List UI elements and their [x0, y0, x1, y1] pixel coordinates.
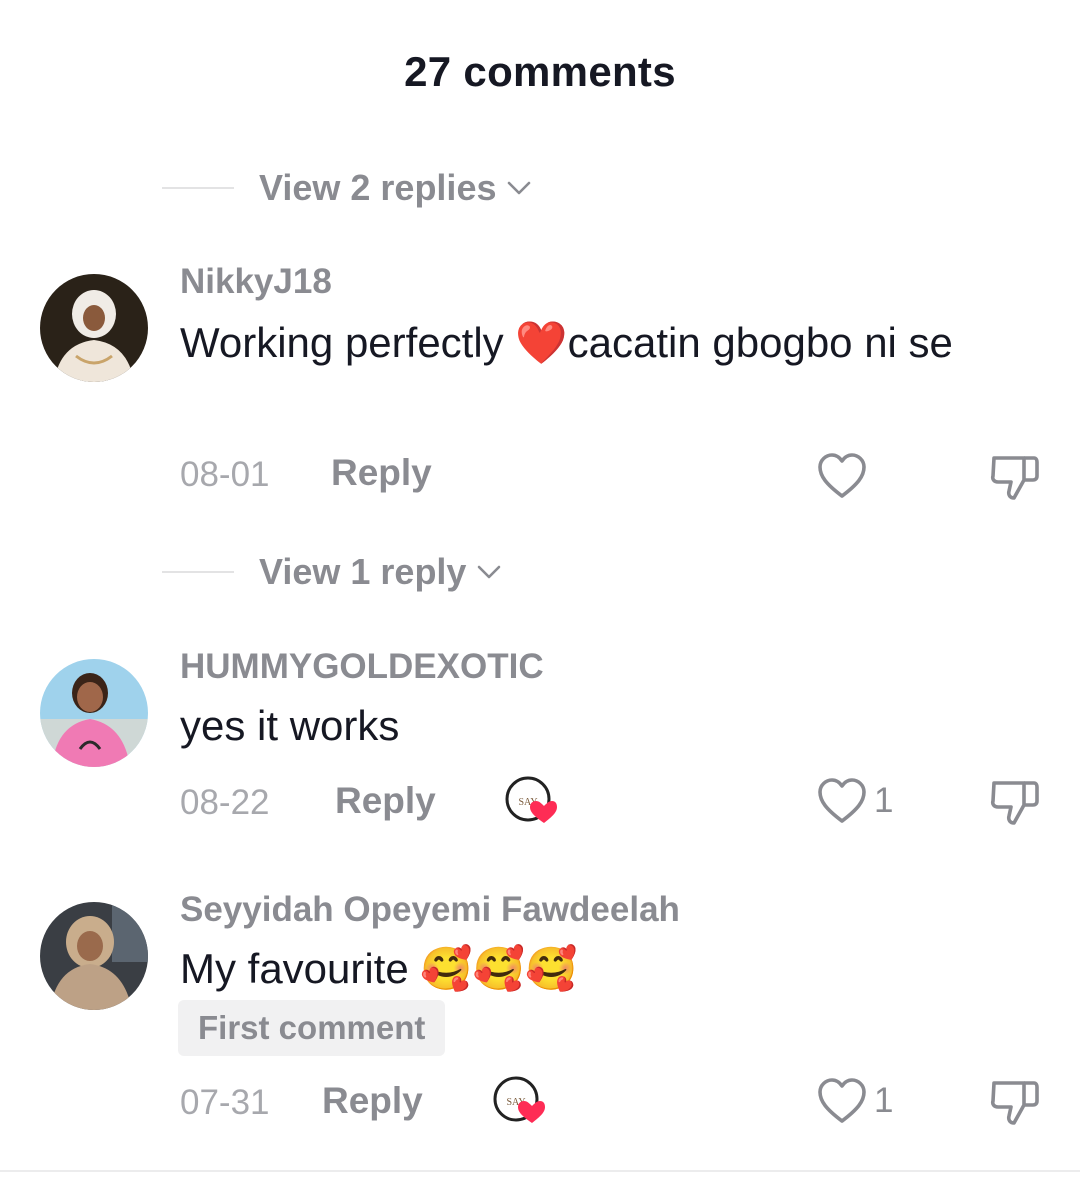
heart-outline-icon	[818, 453, 866, 498]
dislike-button[interactable]	[988, 452, 1042, 507]
comment-text: My favourite 🥰🥰🥰	[180, 945, 578, 992]
divider-line	[162, 571, 234, 573]
avatar[interactable]	[40, 274, 148, 382]
comment-username[interactable]: HUMMYGOLDEXOTIC	[180, 647, 544, 687]
view-replies-button[interactable]: View 1 reply	[162, 547, 502, 597]
dislike-icon	[990, 1081, 1039, 1125]
avatar[interactable]	[40, 659, 148, 767]
chevron-down-icon	[478, 565, 501, 579]
bottom-divider	[0, 1170, 1080, 1172]
dislike-button[interactable]	[988, 777, 1042, 832]
avatar[interactable]	[40, 902, 148, 1010]
comment-date: 08-01	[180, 455, 270, 494]
comment-username[interactable]: NikkyJ18	[180, 262, 332, 302]
comment-username[interactable]: Seyyidah Opeyemi Fawdeelah	[180, 890, 680, 930]
reply-button[interactable]: Reply	[322, 1080, 423, 1122]
dislike-icon	[990, 456, 1039, 500]
first-comment-badge: First comment	[178, 1000, 446, 1056]
creator-liked-icon: SAY	[504, 775, 560, 827]
like-count: 1	[874, 1081, 894, 1120]
like-button[interactable]: 1	[816, 777, 893, 825]
comments-count-title: 27 comments	[404, 48, 676, 95]
comment-text: yes it works	[180, 702, 400, 749]
heart-outline-icon	[818, 778, 866, 823]
comment-date: 07-31	[180, 1083, 270, 1122]
like-button[interactable]	[816, 452, 874, 500]
creator-liked-icon: SAY	[492, 1075, 548, 1127]
comment-text: Working perfectly ❤️cacatin gbogbo ni se	[180, 319, 953, 366]
dislike-icon	[990, 781, 1039, 825]
view-replies-label: View 1 reply	[259, 551, 467, 592]
reply-button[interactable]: Reply	[331, 452, 432, 494]
chevron-down-icon	[508, 181, 531, 195]
like-button[interactable]: 1	[816, 1077, 893, 1125]
heart-outline-icon	[818, 1078, 866, 1123]
comment-date: 08-22	[180, 783, 270, 822]
reply-button[interactable]: Reply	[335, 780, 436, 822]
divider-line	[162, 187, 234, 189]
like-count: 1	[874, 781, 894, 820]
view-replies-label: View 2 replies	[259, 167, 497, 208]
dislike-button[interactable]	[988, 1077, 1042, 1132]
view-replies-button[interactable]: View 2 replies	[162, 163, 532, 213]
comments-sheet: 27 comments View 2 replies NikkyJ18 Work…	[0, 0, 1080, 1195]
